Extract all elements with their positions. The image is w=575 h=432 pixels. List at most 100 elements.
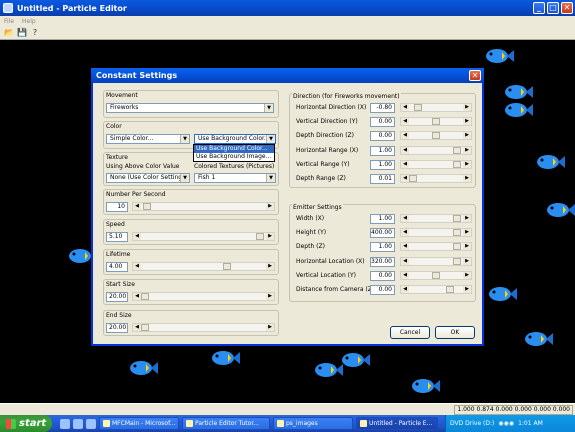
arrow-right-icon[interactable]: ▶ [266,263,274,270]
arrow-right-icon[interactable]: ▶ [463,132,471,139]
horizontal-location-input[interactable]: 320.00 [370,257,395,267]
depth-direction-input[interactable]: 0.00 [370,131,395,141]
maximize-button[interactable]: □ [547,2,559,14]
arrow-left-icon[interactable]: ◀ [401,243,409,250]
end-size-slider[interactable]: ◀ ▶ [132,323,275,332]
slider-thumb[interactable] [452,161,461,168]
slider-thumb[interactable] [452,215,461,222]
option-background-image[interactable]: Use Background Image... [194,153,274,161]
arrow-right-icon[interactable]: ▶ [463,104,471,111]
drive-label[interactable]: DVD Drive (D:) [450,420,494,427]
media-icon[interactable] [86,418,96,429]
arrow-right-icon[interactable]: ▶ [463,215,471,222]
desktop-icon[interactable] [73,418,83,429]
horizontal-range-slider[interactable]: ◀ ▶ [400,146,472,155]
slider-thumb[interactable] [432,132,440,139]
slider-thumb[interactable] [141,324,149,331]
menu-file[interactable]: File [4,18,14,25]
window-titlebar[interactable]: Untitled - Particle Editor _ □ ✕ [0,0,575,16]
dialog-titlebar[interactable]: Constant Settings ✕ [91,68,484,83]
arrow-right-icon[interactable]: ▶ [463,243,471,250]
arrow-right-icon[interactable]: ▶ [463,118,471,125]
ok-button[interactable]: OK [435,326,475,339]
depth-range-input[interactable]: 0.01 [370,174,395,184]
arrow-right-icon[interactable]: ▶ [463,229,471,236]
slider-thumb[interactable] [432,118,440,125]
start-size-slider[interactable]: ◀ ▶ [132,292,275,301]
help-icon[interactable]: ? [30,28,40,38]
number-per-second-input[interactable]: 10 [106,202,128,212]
close-button[interactable]: ✕ [561,2,573,14]
cancel-button[interactable]: Cancel [390,326,430,339]
arrow-left-icon[interactable]: ◀ [133,263,141,270]
width-input[interactable]: 1.00 [370,214,395,224]
slider-thumb[interactable] [222,263,231,270]
slider-thumb[interactable] [432,272,440,279]
slider-thumb[interactable] [445,286,454,293]
browser-icon[interactable] [60,418,70,429]
texture-color-select[interactable]: None (Use Color Settings) ▼ [106,173,190,183]
slider-thumb[interactable] [255,233,264,240]
background-select[interactable]: Use Background Color... ▼ [194,134,276,144]
vertical-range-slider[interactable]: ◀ ▶ [400,160,472,169]
number-per-second-slider[interactable]: ◀ ▶ [132,202,275,211]
arrow-right-icon[interactable]: ▶ [266,203,274,210]
speed-input[interactable]: 5.10 [106,232,128,242]
start-size-input[interactable]: 20.00 [106,292,128,302]
open-icon[interactable]: 📂 [4,28,14,38]
height-slider[interactable]: ◀ ▶ [400,228,472,237]
slider-thumb[interactable] [409,175,417,182]
arrow-right-icon[interactable]: ▶ [266,233,274,240]
slider-thumb[interactable] [143,203,152,210]
arrow-left-icon[interactable]: ◀ [401,104,409,111]
arrow-left-icon[interactable]: ◀ [133,293,141,300]
depth-direction-slider[interactable]: ◀ ▶ [400,131,472,140]
width-slider[interactable]: ◀ ▶ [400,214,472,223]
arrow-right-icon[interactable]: ▶ [266,324,274,331]
menu-help[interactable]: Help [22,18,36,25]
arrow-left-icon[interactable]: ◀ [401,147,409,154]
slider-thumb[interactable] [452,258,461,265]
depth-slider[interactable]: ◀ ▶ [400,242,472,251]
vertical-direction-slider[interactable]: ◀ ▶ [400,117,472,126]
distance-input[interactable]: 0.00 [370,285,395,295]
horizontal-location-slider[interactable]: ◀ ▶ [400,257,472,266]
arrow-left-icon[interactable]: ◀ [401,132,409,139]
vertical-location-slider[interactable]: ◀ ▶ [400,271,472,280]
arrow-left-icon[interactable]: ◀ [133,324,141,331]
arrow-right-icon[interactable]: ▶ [463,147,471,154]
arrow-left-icon[interactable]: ◀ [133,233,141,240]
dialog-close-button[interactable]: ✕ [469,70,481,81]
arrow-right-icon[interactable]: ▶ [463,286,471,293]
vertical-direction-input[interactable]: 0.00 [370,117,395,127]
movement-select[interactable]: Fireworks ▼ [106,103,274,113]
color-select[interactable]: Simple Color... ▼ [106,134,190,144]
height-input[interactable]: 400.00 [370,228,395,238]
lifetime-input[interactable]: 4.00 [106,262,128,272]
slider-thumb[interactable] [413,104,422,111]
lifetime-slider[interactable]: ◀ ▶ [132,262,275,271]
taskbar-item[interactable]: Particle Editor Tutor... [182,417,270,430]
slider-thumb[interactable] [141,293,149,300]
option-background-color[interactable]: Use Background Color... [194,145,274,153]
arrow-right-icon[interactable]: ▶ [463,258,471,265]
arrow-left-icon[interactable]: ◀ [401,272,409,279]
arrow-left-icon[interactable]: ◀ [401,118,409,125]
vertical-location-input[interactable]: 0.00 [370,271,395,281]
arrow-left-icon[interactable]: ◀ [401,215,409,222]
vertical-range-input[interactable]: 1.00 [370,160,395,170]
depth-range-slider[interactable]: ◀ ▶ [400,174,472,183]
arrow-right-icon[interactable]: ▶ [463,161,471,168]
save-icon[interactable]: 💾 [17,28,27,38]
taskbar-item[interactable]: ps_images [273,417,353,430]
distance-slider[interactable]: ◀ ▶ [400,285,472,294]
end-size-input[interactable]: 20.00 [106,323,128,333]
horizontal-range-input[interactable]: 1.00 [370,146,395,156]
minimize-button[interactable]: _ [533,2,545,14]
arrow-right-icon[interactable]: ▶ [463,175,471,182]
arrow-left-icon[interactable]: ◀ [401,258,409,265]
horizontal-direction-slider[interactable]: ◀ ▶ [400,103,472,112]
arrow-left-icon[interactable]: ◀ [401,286,409,293]
texture-picture-select[interactable]: Fish 1 ▼ [194,173,276,183]
slider-thumb[interactable] [452,229,461,236]
